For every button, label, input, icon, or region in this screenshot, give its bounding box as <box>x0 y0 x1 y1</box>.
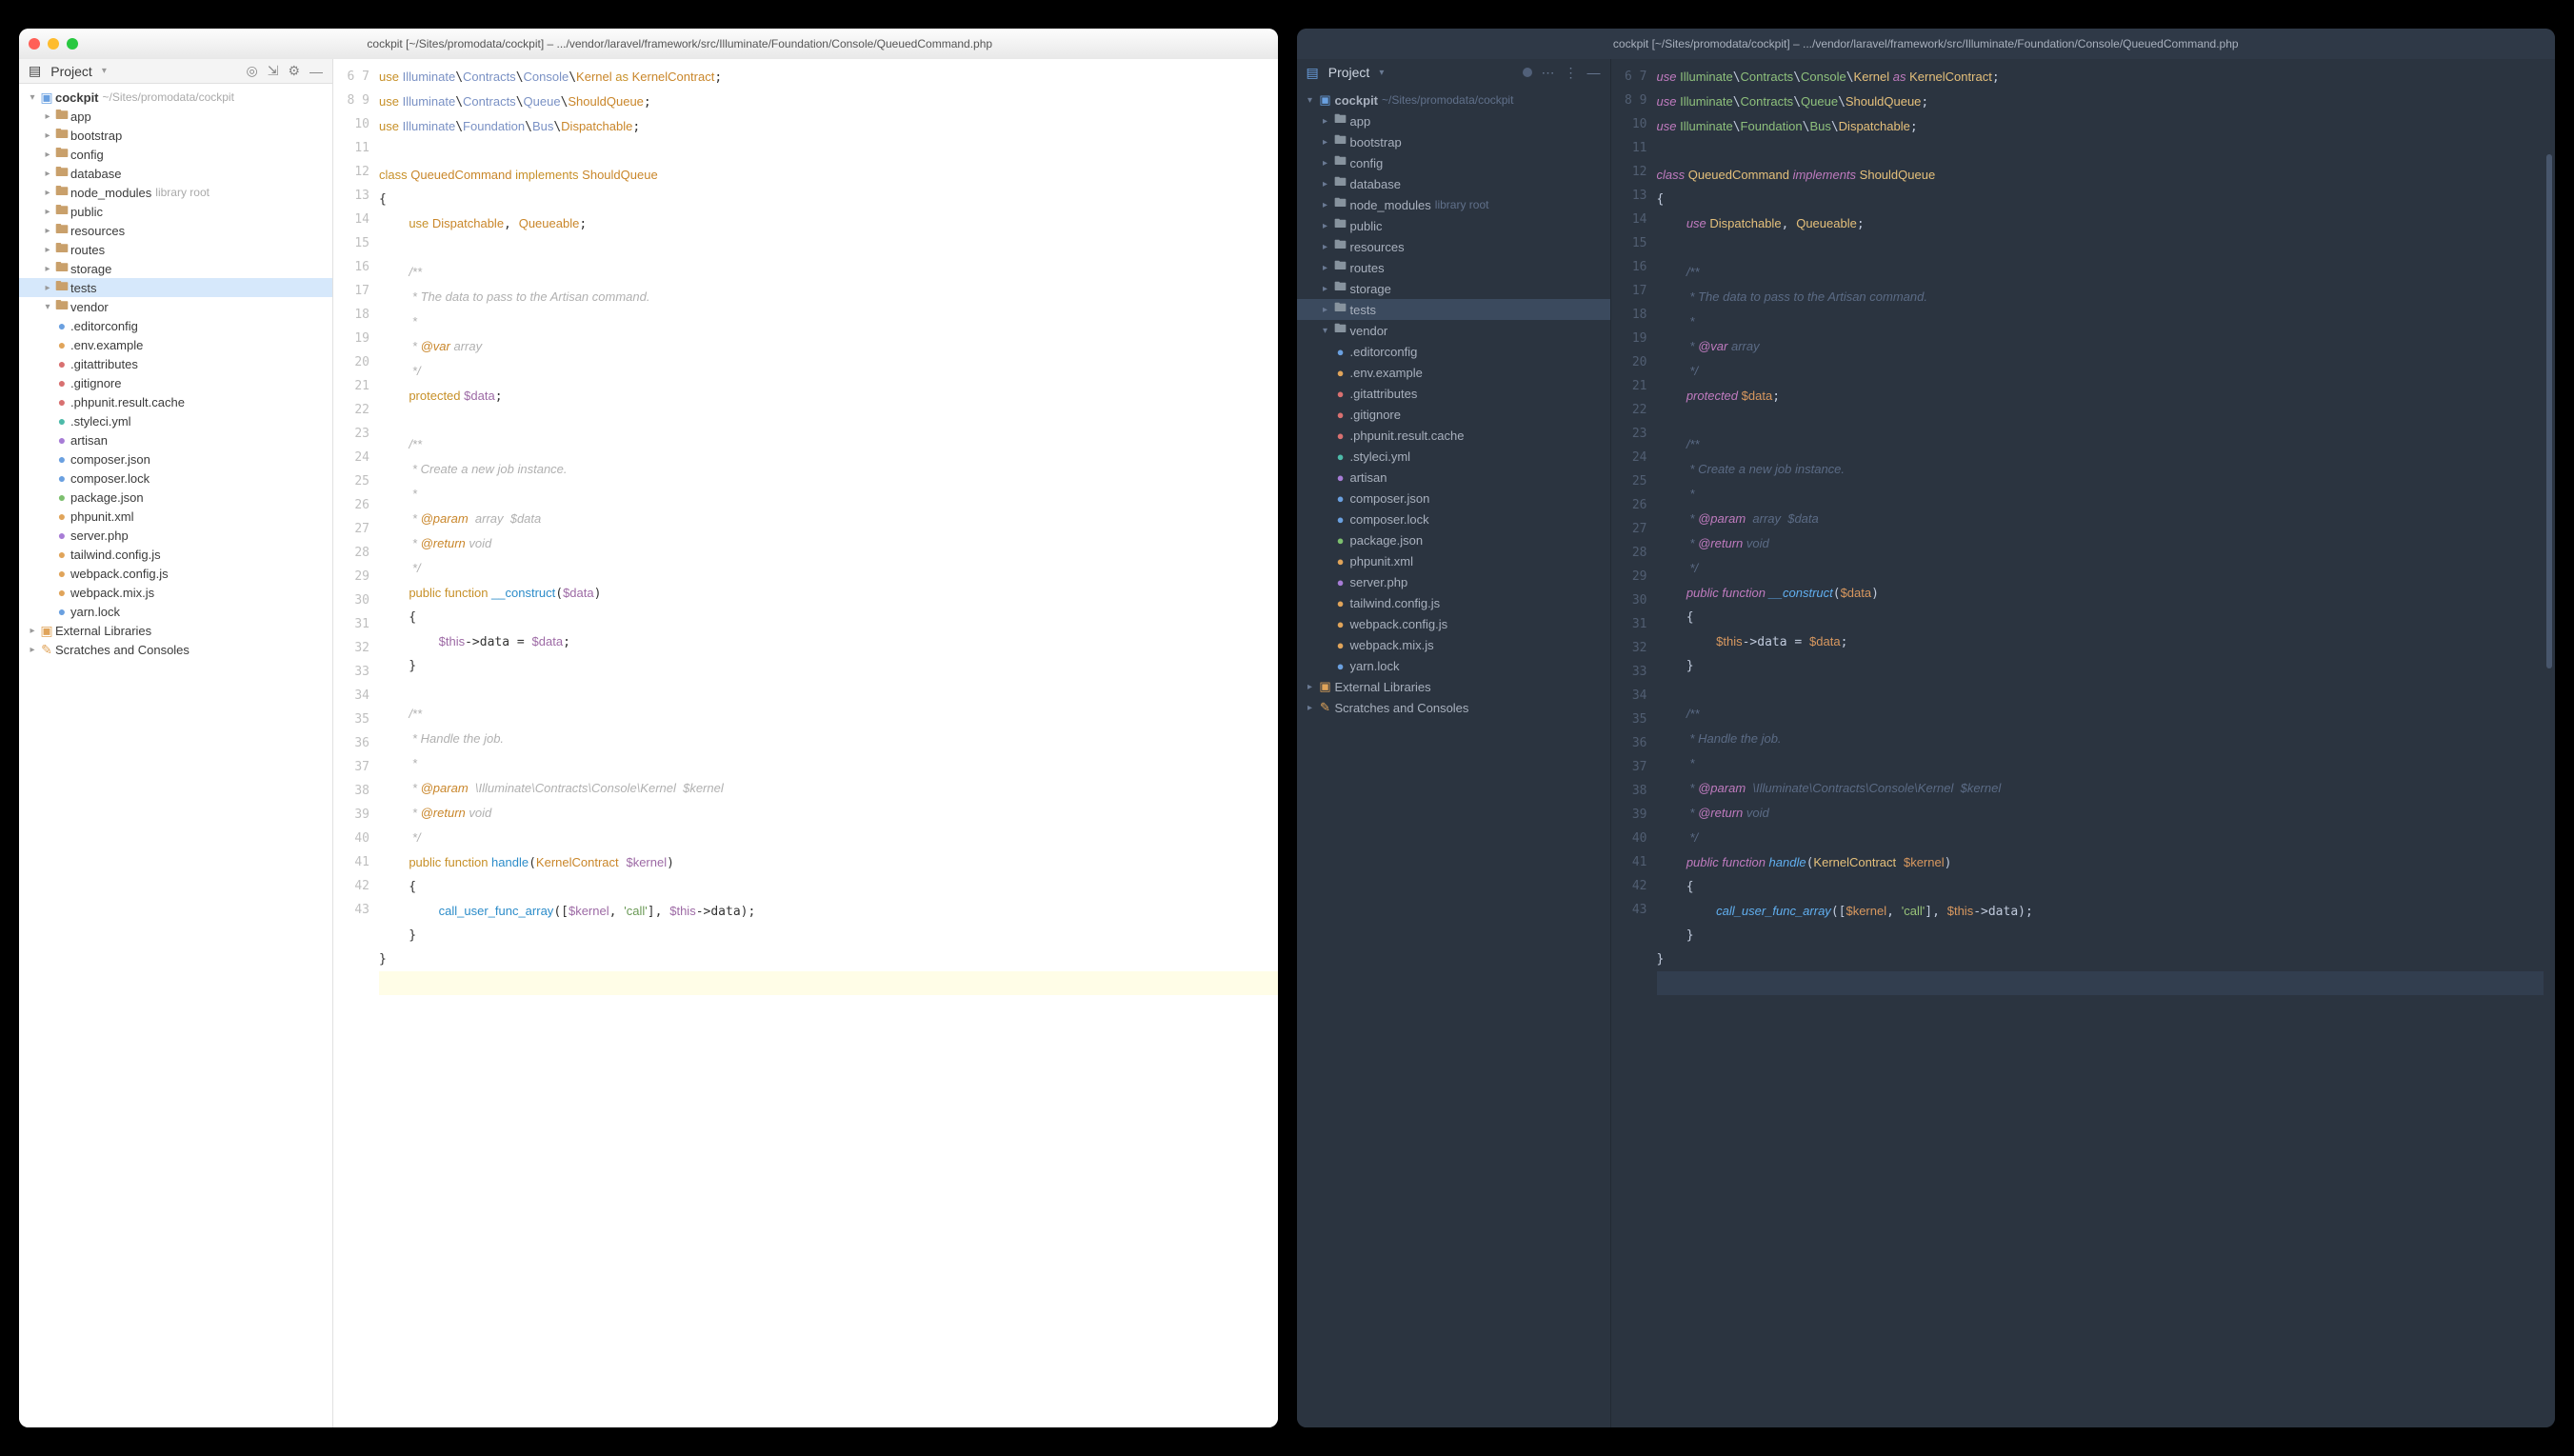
tree-item-vendor[interactable]: ▾🖿vendor <box>1297 320 1610 341</box>
chevron-down-icon[interactable]: ▾ <box>1379 68 1384 78</box>
scrollbar[interactable] <box>2546 154 2552 668</box>
tree-item-routes[interactable]: ▸🖿routes <box>1297 257 1610 278</box>
tree-item-webpack-config-js[interactable]: ●webpack.config.js <box>1297 613 1610 634</box>
zoom-icon[interactable] <box>67 38 78 50</box>
tree-item-public[interactable]: ▸🖿public <box>1297 215 1610 236</box>
status-dot[interactable] <box>1523 68 1532 77</box>
tree-item-Scratches-and-Consoles[interactable]: ▸✎Scratches and Consoles <box>1297 697 1610 718</box>
tree-item--gitignore[interactable]: ●.gitignore <box>19 373 332 392</box>
tree-item-database[interactable]: ▸🖿database <box>19 164 332 183</box>
tree-item-app[interactable]: ▸🖿app <box>1297 110 1610 131</box>
collapse-icon[interactable]: ⇲ <box>268 63 279 79</box>
tree-item-tailwind-config-js[interactable]: ●tailwind.config.js <box>1297 592 1610 613</box>
ide-window-light: cockpit [~/Sites/promodata/cockpit] – ..… <box>19 29 1278 1427</box>
tree-item-public[interactable]: ▸🖿public <box>19 202 332 221</box>
hide-icon[interactable]: — <box>309 64 323 79</box>
tree-item-package-json[interactable]: ●package.json <box>19 488 332 507</box>
more-icon[interactable]: ⋮ <box>1565 65 1578 81</box>
project-tool-icon: ▤ <box>29 63 41 79</box>
window-title: cockpit [~/Sites/promodata/cockpit] – ..… <box>1307 37 2546 50</box>
project-tree[interactable]: ▾▣cockpit~/Sites/promodata/cockpit▸🖿app▸… <box>19 84 332 1427</box>
tree-item-webpack-mix-js[interactable]: ●webpack.mix.js <box>19 583 332 602</box>
tree-root[interactable]: ▾▣cockpit~/Sites/promodata/cockpit <box>1297 90 1610 110</box>
titlebar[interactable]: cockpit [~/Sites/promodata/cockpit] – ..… <box>1297 29 2556 59</box>
window-controls <box>29 38 78 50</box>
tree-item-bootstrap[interactable]: ▸🖿bootstrap <box>1297 131 1610 152</box>
tree-item-webpack-mix-js[interactable]: ●webpack.mix.js <box>1297 634 1610 655</box>
editor[interactable]: 6 7 8 9 10 11 12 13 14 15 16 17 18 19 20… <box>333 59 1278 1427</box>
tree-item-config[interactable]: ▸🖿config <box>1297 152 1610 173</box>
tree-item--phpunit-result-cache[interactable]: ●.phpunit.result.cache <box>19 392 332 411</box>
project-tree[interactable]: ▾▣cockpit~/Sites/promodata/cockpit▸🖿app▸… <box>1297 86 1610 1427</box>
code-area[interactable]: use Illuminate\Contracts\Console\Kernel … <box>1657 59 2544 1427</box>
tree-item-storage[interactable]: ▸🖿storage <box>1297 278 1610 299</box>
tree-item-database[interactable]: ▸🖿database <box>1297 173 1610 194</box>
gutter[interactable]: 6 7 8 9 10 11 12 13 14 15 16 17 18 19 20… <box>333 59 379 1427</box>
tree-item-yarn-lock[interactable]: ●yarn.lock <box>19 602 332 621</box>
project-tool-icon: ▤ <box>1307 65 1319 81</box>
tree-item-phpunit-xml[interactable]: ●phpunit.xml <box>19 507 332 526</box>
tree-root[interactable]: ▾▣cockpit~/Sites/promodata/cockpit <box>19 88 332 107</box>
collapse-icon[interactable]: ⋯ <box>1542 65 1555 81</box>
tree-item-composer-lock[interactable]: ●composer.lock <box>19 469 332 488</box>
tree-item-resources[interactable]: ▸🖿resources <box>19 221 332 240</box>
tree-item--editorconfig[interactable]: ●.editorconfig <box>1297 341 1610 362</box>
tree-item-artisan[interactable]: ●artisan <box>19 430 332 449</box>
gutter[interactable]: 6 7 8 9 10 11 12 13 14 15 16 17 18 19 20… <box>1611 59 1657 1427</box>
tree-item-app[interactable]: ▸🖿app <box>19 107 332 126</box>
tree-item-bootstrap[interactable]: ▸🖿bootstrap <box>19 126 332 145</box>
tree-item--styleci-yml[interactable]: ●.styleci.yml <box>1297 446 1610 467</box>
chevron-down-icon[interactable]: ▾ <box>102 66 107 76</box>
editor[interactable]: 6 7 8 9 10 11 12 13 14 15 16 17 18 19 20… <box>1611 59 2556 1427</box>
tree-item-External-Libraries[interactable]: ▸▣External Libraries <box>1297 676 1610 697</box>
tree-item-package-json[interactable]: ●package.json <box>1297 529 1610 550</box>
tree-item--editorconfig[interactable]: ●.editorconfig <box>19 316 332 335</box>
tree-item-External-Libraries[interactable]: ▸▣External Libraries <box>19 621 332 640</box>
sidebar-header[interactable]: ▤ Project ▾ ⋯ ⋮ — <box>1297 59 1610 86</box>
close-icon[interactable] <box>29 38 40 50</box>
tree-item--gitattributes[interactable]: ●.gitattributes <box>19 354 332 373</box>
tree-item-Scratches-and-Consoles[interactable]: ▸✎Scratches and Consoles <box>19 640 332 659</box>
tree-item-vendor[interactable]: ▾🖿vendor <box>19 297 332 316</box>
tree-item-phpunit-xml[interactable]: ●phpunit.xml <box>1297 550 1610 571</box>
tree-item--gitignore[interactable]: ●.gitignore <box>1297 404 1610 425</box>
target-icon[interactable]: ◎ <box>246 63 257 79</box>
sidebar-header[interactable]: ▤ Project ▾ ◎ ⇲ ⚙ — <box>19 59 332 84</box>
tree-item--styleci-yml[interactable]: ●.styleci.yml <box>19 411 332 430</box>
hide-icon[interactable]: — <box>1587 65 1601 80</box>
tree-item--env-example[interactable]: ●.env.example <box>19 335 332 354</box>
titlebar[interactable]: cockpit [~/Sites/promodata/cockpit] – ..… <box>19 29 1278 59</box>
ide-window-dark: cockpit [~/Sites/promodata/cockpit] – ..… <box>1297 29 2556 1427</box>
tree-item-tests[interactable]: ▸🖿tests <box>19 278 332 297</box>
window-title: cockpit [~/Sites/promodata/cockpit] – ..… <box>91 37 1268 50</box>
tree-item-webpack-config-js[interactable]: ●webpack.config.js <box>19 564 332 583</box>
tree-item--env-example[interactable]: ●.env.example <box>1297 362 1610 383</box>
project-sidebar: ▤ Project ▾ ⋯ ⋮ — ▾▣cockpit~/Sites/promo… <box>1297 59 1611 1427</box>
tree-item-server-php[interactable]: ●server.php <box>19 526 332 545</box>
code-area[interactable]: use Illuminate\Contracts\Console\Kernel … <box>379 59 1278 1427</box>
tree-item--phpunit-result-cache[interactable]: ●.phpunit.result.cache <box>1297 425 1610 446</box>
tree-item-composer-json[interactable]: ●composer.json <box>19 449 332 469</box>
tree-item-storage[interactable]: ▸🖿storage <box>19 259 332 278</box>
tree-item-server-php[interactable]: ●server.php <box>1297 571 1610 592</box>
sidebar-title: Project <box>50 64 92 79</box>
tree-item--gitattributes[interactable]: ●.gitattributes <box>1297 383 1610 404</box>
minimize-icon[interactable] <box>48 38 59 50</box>
tree-item-composer-json[interactable]: ●composer.json <box>1297 488 1610 509</box>
tree-item-routes[interactable]: ▸🖿routes <box>19 240 332 259</box>
tree-item-yarn-lock[interactable]: ●yarn.lock <box>1297 655 1610 676</box>
tree-item-tests[interactable]: ▸🖿tests <box>1297 299 1610 320</box>
tree-item-resources[interactable]: ▸🖿resources <box>1297 236 1610 257</box>
sidebar-title: Project <box>1328 65 1370 80</box>
tree-item-artisan[interactable]: ●artisan <box>1297 467 1610 488</box>
tree-item-composer-lock[interactable]: ●composer.lock <box>1297 509 1610 529</box>
project-sidebar: ▤ Project ▾ ◎ ⇲ ⚙ — ▾▣cockpit~/Sites/pro… <box>19 59 333 1427</box>
tree-item-config[interactable]: ▸🖿config <box>19 145 332 164</box>
tree-item-tailwind-config-js[interactable]: ●tailwind.config.js <box>19 545 332 564</box>
tree-item-node-modules[interactable]: ▸🖿node_moduleslibrary root <box>19 183 332 202</box>
gear-icon[interactable]: ⚙ <box>288 63 300 79</box>
tree-item-node-modules[interactable]: ▸🖿node_moduleslibrary root <box>1297 194 1610 215</box>
